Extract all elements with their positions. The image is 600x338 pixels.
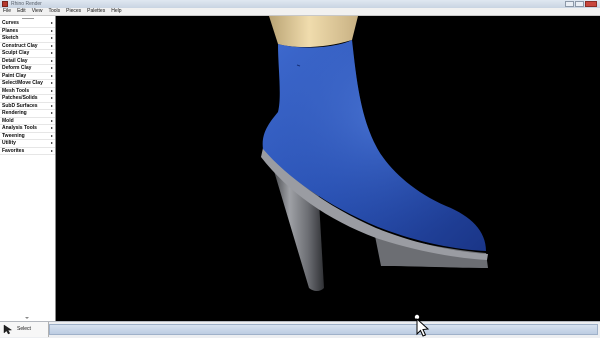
palette-item-tweening[interactable]: Tweening: [0, 132, 55, 140]
menu-help[interactable]: Help: [108, 8, 124, 15]
submenu-arrow-icon: [51, 149, 53, 152]
window-title: Rhino Render: [11, 1, 42, 7]
boot-model: [261, 16, 488, 291]
submenu-arrow-icon: [51, 29, 53, 32]
palette-item-subd-surfaces[interactable]: SubD Surfaces: [0, 102, 55, 110]
maximize-button[interactable]: [575, 1, 584, 7]
status-tool-label: Select: [17, 326, 31, 332]
submenu-arrow-icon: [51, 119, 53, 122]
palette-item-label: Paint Clay: [2, 72, 27, 79]
submenu-arrow-icon: [51, 22, 53, 24]
tool-palette: Curves Planes Sketch Construct Clay Scul…: [0, 16, 56, 321]
submenu-arrow-icon: [51, 134, 53, 137]
palette-item-label: Planes: [2, 27, 19, 34]
leg-shape: [269, 16, 358, 48]
palette-item-label: Mesh Tools: [2, 87, 30, 94]
palette-item-label: Mold: [2, 117, 14, 124]
palette-list: Curves Planes Sketch Construct Clay Scul…: [0, 20, 55, 155]
submenu-arrow-icon: [51, 37, 53, 39]
palette-item-label: Sketch: [2, 35, 19, 41]
minimize-button[interactable]: [565, 1, 574, 7]
palette-item-analysis-tools[interactable]: Analysis Tools: [0, 125, 55, 133]
palette-item-label: Curves: [2, 20, 19, 26]
palette-item-label: Rendering: [2, 110, 27, 116]
palette-item-sketch[interactable]: Sketch: [0, 35, 55, 43]
palette-grip-handle[interactable]: [22, 18, 34, 19]
close-button[interactable]: [585, 1, 597, 7]
palette-item-label: Tweening: [2, 132, 25, 139]
palette-item-construct-clay[interactable]: Construct Clay: [0, 42, 55, 50]
window-controls: [565, 1, 597, 7]
menu-tools[interactable]: Tools: [45, 8, 63, 15]
submenu-arrow-icon: [51, 142, 53, 144]
submenu-arrow-icon: [51, 59, 53, 62]
mouse-pointer-icon: [414, 314, 430, 337]
palette-item-label: Analysis Tools: [2, 125, 37, 131]
palette-item-patches-solids[interactable]: Patches/Solids: [0, 95, 55, 103]
palette-item-utility[interactable]: Utility: [0, 140, 55, 148]
submenu-arrow-icon: [51, 97, 53, 99]
menu-pieces[interactable]: Pieces: [63, 8, 84, 15]
palette-item-mold[interactable]: Mold: [0, 117, 55, 125]
palette-item-select-move-clay[interactable]: Select/Move Clay: [0, 80, 55, 88]
palette-item-paint-clay[interactable]: Paint Clay: [0, 72, 55, 80]
palette-item-sculpt-clay[interactable]: Sculpt Clay: [0, 50, 55, 58]
submenu-arrow-icon: [51, 127, 53, 129]
menu-edit[interactable]: Edit: [14, 8, 29, 15]
submenu-arrow-icon: [51, 89, 53, 92]
select-arrow-icon: [3, 324, 13, 335]
palette-item-label: Deform Clay: [2, 65, 32, 71]
submenu-arrow-icon: [51, 44, 53, 47]
menu-bar: File Edit View Tools Pieces Palettes Hel…: [0, 8, 600, 16]
palette-item-label: SubD Surfaces: [2, 102, 38, 109]
menu-file[interactable]: File: [0, 8, 14, 15]
palette-item-mesh-tools[interactable]: Mesh Tools: [0, 87, 55, 95]
palette-item-label: Sculpt Clay: [2, 50, 30, 56]
palette-item-label: Detail Clay: [2, 57, 28, 64]
command-prompt-field[interactable]: [49, 324, 598, 335]
palette-item-rendering[interactable]: Rendering: [0, 110, 55, 118]
palette-item-curves[interactable]: Curves: [0, 20, 55, 28]
palette-item-label: Favorites: [2, 147, 25, 154]
submenu-arrow-icon: [51, 67, 53, 69]
palette-item-detail-clay[interactable]: Detail Clay: [0, 57, 55, 65]
palette-item-deform-clay[interactable]: Deform Clay: [0, 65, 55, 73]
menu-palettes[interactable]: Palettes: [84, 8, 108, 15]
palette-item-label: Select/Move Clay: [2, 80, 43, 86]
submenu-arrow-icon: [51, 82, 53, 84]
palette-item-favorites[interactable]: Favorites: [0, 147, 55, 155]
submenu-arrow-icon: [51, 52, 53, 54]
palette-scroll-down-icon[interactable]: [25, 317, 29, 319]
status-bar: Select: [0, 321, 600, 338]
current-tool-indicator[interactable]: Select: [0, 322, 49, 337]
submenu-arrow-icon: [51, 104, 53, 107]
palette-item-label: Patches/Solids: [2, 95, 38, 101]
3d-viewport[interactable]: [56, 16, 600, 321]
menu-view[interactable]: View: [29, 8, 46, 15]
palette-item-label: Utility: [2, 140, 16, 146]
submenu-arrow-icon: [51, 74, 53, 77]
palette-item-label: Construct Clay: [2, 42, 38, 49]
submenu-arrow-icon: [51, 112, 53, 114]
palette-item-planes[interactable]: Planes: [0, 27, 55, 35]
app-icon: [2, 1, 8, 7]
